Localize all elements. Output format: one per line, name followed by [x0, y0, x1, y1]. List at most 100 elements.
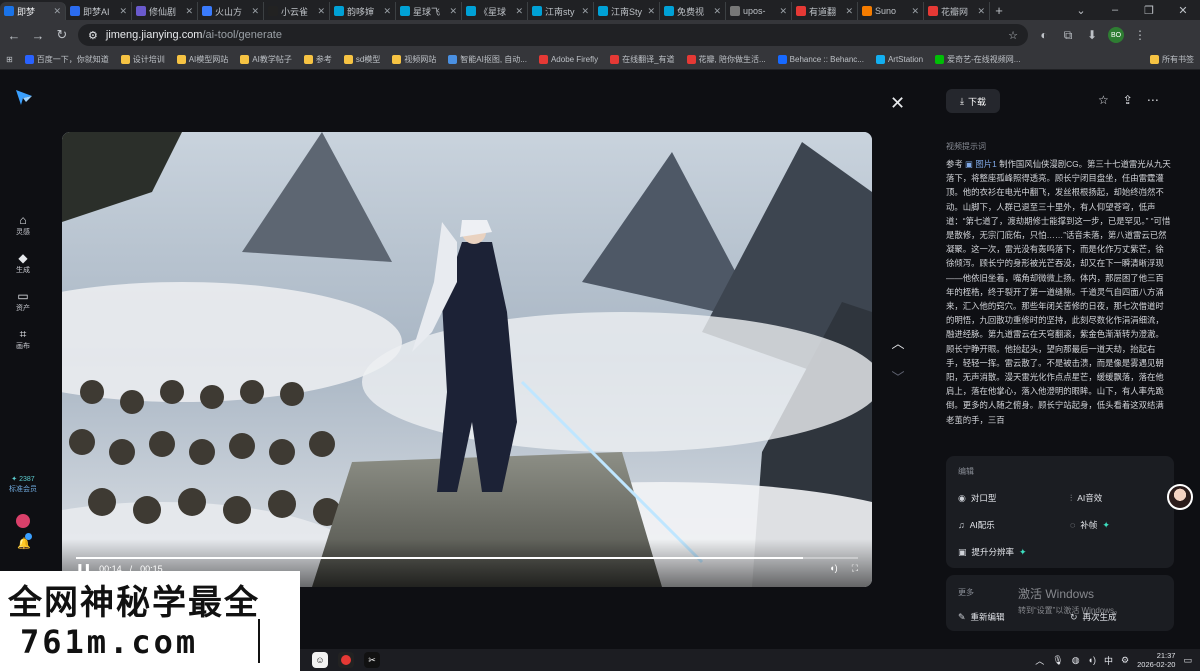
- all-bookmarks-folder[interactable]: 所有书签: [1150, 54, 1194, 65]
- tab-close-icon[interactable]: ✕: [779, 6, 787, 17]
- browser-tab[interactable]: 韵哆婶 ✕: [330, 2, 396, 20]
- tab-close-icon[interactable]: ✕: [647, 6, 655, 17]
- ime-settings-icon[interactable]: ⚙: [1121, 655, 1129, 666]
- tab-close-icon[interactable]: ✕: [977, 6, 985, 17]
- close-window-button[interactable]: ✕: [1166, 4, 1200, 17]
- nav-item-1[interactable]: ◆ 生成: [0, 251, 46, 275]
- tab-close-icon[interactable]: ✕: [515, 6, 523, 17]
- favorite-star-icon[interactable]: ☆: [1098, 93, 1109, 107]
- browser-tab[interactable]: 江南sty ✕: [528, 2, 594, 20]
- browser-tab[interactable]: 花瓣网 ✕: [924, 2, 990, 20]
- back-button[interactable]: ←: [6, 28, 22, 43]
- fullscreen-icon[interactable]: ⛶: [852, 563, 858, 574]
- tab-close-icon[interactable]: ✕: [53, 6, 61, 17]
- browser-tab[interactable]: upos- ✕: [726, 2, 792, 20]
- notification-bell-icon[interactable]: 🔔: [17, 533, 32, 550]
- tab-close-icon[interactable]: ✕: [911, 6, 919, 17]
- taskbar-capcut-icon[interactable]: ✂: [364, 652, 380, 668]
- download-icon[interactable]: ⬇: [1084, 28, 1100, 42]
- download-button[interactable]: ⤓ 下载: [946, 89, 1000, 113]
- network-icon[interactable]: ◍: [1072, 655, 1080, 666]
- site-info-icon[interactable]: ⚙: [88, 29, 98, 42]
- url-field[interactable]: ⚙ jimeng.jianying.com/ai-tool/generate ☆: [78, 24, 1028, 46]
- nav-item-0[interactable]: ⌂ 灵感: [0, 213, 46, 237]
- bookmark-item[interactable]: 花瓣, 陪你做生活...: [686, 54, 766, 65]
- browser-tab[interactable]: Suno ✕: [858, 2, 924, 20]
- tab-close-icon[interactable]: ✕: [845, 6, 853, 17]
- system-clock[interactable]: 21:37 2026-02-20: [1137, 651, 1175, 669]
- bookmark-item[interactable]: sd模型: [343, 54, 380, 65]
- forward-button[interactable]: →: [30, 28, 46, 43]
- tab-search-icon[interactable]: ⌄: [1064, 4, 1098, 17]
- bookmark-item[interactable]: Behance :: Behanc...: [777, 55, 864, 64]
- bookmark-item[interactable]: 智能AI抠图, 自动...: [448, 54, 527, 65]
- tab-close-icon[interactable]: ✕: [251, 6, 259, 17]
- new-tab-button[interactable]: +: [990, 3, 1008, 18]
- restore-button[interactable]: ❐: [1132, 4, 1166, 17]
- jimeng-logo-icon[interactable]: [14, 87, 34, 107]
- browser-tab[interactable]: 火山方 ✕: [198, 2, 264, 20]
- edit-action-button[interactable]: ♫ AI配乐: [958, 519, 995, 531]
- nav-item-2[interactable]: ▭ 资产: [0, 289, 46, 313]
- user-avatar[interactable]: [16, 514, 30, 528]
- speaker-icon[interactable]: ◖): [1088, 655, 1096, 665]
- more-action-button[interactable]: ✎ 重新编辑: [958, 611, 1005, 623]
- bookmark-item[interactable]: 爱奇艺-在线视频网...: [935, 54, 1020, 65]
- browser-tab[interactable]: 即梦AI ✕: [66, 2, 132, 20]
- edit-action-button[interactable]: ◉ 对口型: [958, 492, 996, 504]
- bookmark-item[interactable]: 百度一下，你就知道: [24, 54, 109, 65]
- browser-tab[interactable]: 星球飞 ✕: [396, 2, 462, 20]
- next-item-chevron-down-icon[interactable]: ﹀: [890, 367, 906, 386]
- credits-display[interactable]: ✦ 2387 标准会员: [0, 475, 46, 495]
- bookmark-item[interactable]: 参考: [303, 54, 332, 65]
- taskbar-app-avatar-icon[interactable]: ☺: [312, 652, 328, 668]
- edit-action-button[interactable]: ◌ 补帧 ✦: [1070, 519, 1110, 531]
- browser-tab[interactable]: 修仙剧 ✕: [132, 2, 198, 20]
- browser-tab[interactable]: 《星球 ✕: [462, 2, 528, 20]
- volume-icon[interactable]: ◖): [829, 563, 837, 574]
- browser-tab[interactable]: 免费视 ✕: [660, 2, 726, 20]
- taskbar-record-icon[interactable]: [338, 652, 354, 668]
- ime-indicator[interactable]: 中: [1104, 654, 1113, 667]
- extension-color-icon[interactable]: ◐: [1036, 28, 1052, 42]
- progress-bar[interactable]: [76, 557, 858, 559]
- bookmark-item[interactable]: Adobe Firefly: [538, 55, 598, 64]
- browser-tab[interactable]: 有道翻 ✕: [792, 2, 858, 20]
- browser-menu-icon[interactable]: ⋮: [1132, 28, 1148, 42]
- nav-item-3[interactable]: ⌗ 画布: [0, 327, 46, 351]
- browser-tab[interactable]: 小云雀 ✕: [264, 2, 330, 20]
- bookmark-star-icon[interactable]: ☆: [1008, 29, 1018, 42]
- tab-close-icon[interactable]: ✕: [713, 6, 721, 17]
- tab-close-icon[interactable]: ✕: [383, 6, 391, 17]
- bookmark-item[interactable]: AI教学帖子: [240, 54, 292, 65]
- bookmark-item[interactable]: 视频网站: [392, 54, 436, 65]
- tab-close-icon[interactable]: ✕: [119, 6, 127, 17]
- previous-item-chevron-up-icon[interactable]: ︿: [890, 333, 906, 352]
- browser-tab[interactable]: 即梦 ✕: [0, 2, 66, 20]
- tab-close-icon[interactable]: ✕: [449, 6, 457, 17]
- close-preview-button[interactable]: ✕: [890, 93, 905, 114]
- tab-close-icon[interactable]: ✕: [317, 6, 325, 17]
- extensions-puzzle-icon[interactable]: ⧉: [1060, 28, 1076, 43]
- video-player[interactable]: ❚❚ 00:14 / 00:15 ◖) ⛶: [62, 132, 872, 587]
- microphone-icon[interactable]: 🎙: [1052, 655, 1063, 666]
- tab-close-icon[interactable]: ✕: [185, 6, 193, 17]
- prompt-image-reference[interactable]: 图片1: [975, 159, 996, 169]
- reload-button[interactable]: ↻: [54, 27, 70, 43]
- notification-center-icon[interactable]: ▭: [1183, 655, 1192, 666]
- apps-grid-icon[interactable]: ⊞: [6, 55, 13, 64]
- edit-action-button[interactable]: ▣ 提升分辨率 ✦: [958, 546, 1027, 558]
- profile-avatar[interactable]: BO: [1108, 27, 1124, 43]
- browser-tab[interactable]: 江南Sty ✕: [594, 2, 660, 20]
- minimize-button[interactable]: –: [1098, 4, 1132, 17]
- bookmark-item[interactable]: ArtStation: [875, 55, 923, 64]
- bookmark-item[interactable]: AI模型网站: [176, 54, 228, 65]
- more-options-icon[interactable]: ⋯: [1147, 93, 1159, 107]
- assistant-avatar[interactable]: [1167, 484, 1193, 510]
- bookmark-item[interactable]: 设计培训: [120, 54, 165, 65]
- share-icon[interactable]: ⇪: [1123, 93, 1133, 107]
- tray-chevron-icon[interactable]: ︿: [1035, 654, 1044, 667]
- edit-action-button[interactable]: ⫶ AI音效: [1070, 492, 1102, 504]
- bookmark-item[interactable]: 在线翻译_有道: [610, 54, 675, 65]
- tab-close-icon[interactable]: ✕: [581, 6, 589, 17]
